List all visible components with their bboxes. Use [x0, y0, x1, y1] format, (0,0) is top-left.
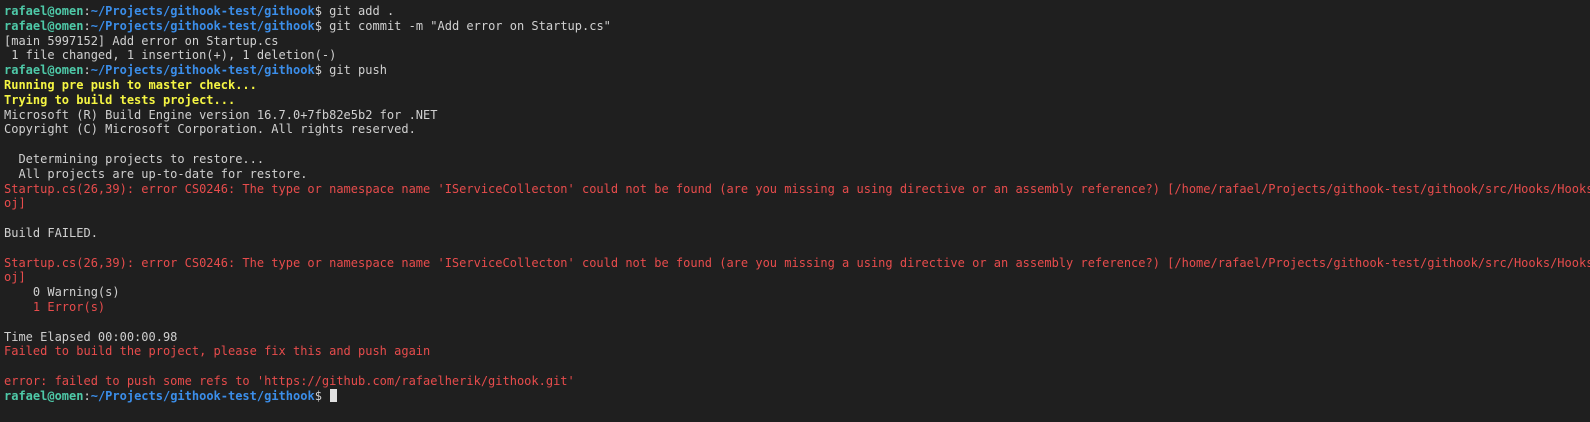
terminal-window[interactable]: rafael@omen:~/Projects/githook-test/gith… [0, 0, 1590, 422]
output-build-failed: Build FAILED. [4, 225, 98, 240]
command-text: git add . [329, 4, 395, 18]
prompt-colon: : [83, 388, 91, 403]
output-blank [4, 241, 1590, 256]
prompt-user-host: rafael@omen [4, 388, 84, 403]
prompt-path: ~/Projects/githook-test/githook [90, 388, 315, 403]
prompt-path: ~/Projects/githook-test/githook [90, 18, 315, 33]
output-uptodate: All projects are up-to-date for restore. [4, 166, 308, 181]
prompt-user-host: rafael@omen [4, 18, 84, 33]
prompt-path: ~/Projects/githook-test/githook [90, 4, 315, 18]
output-commit-result: [main 5997152] Add error on Startup.cs [4, 33, 279, 48]
prompt-user-host: rafael@omen [4, 63, 84, 78]
output-blank [4, 315, 1590, 330]
prompt-symbol: $ [314, 18, 330, 33]
prompt-line-push: rafael@omen:~/Projects/githook-test/gith… [4, 63, 1590, 78]
output-copyright: Copyright (C) Microsoft Corporation. All… [4, 122, 416, 137]
prompt-symbol: $ [314, 4, 330, 18]
prompt-line-current[interactable]: rafael@omen:~/Projects/githook-test/gith… [4, 388, 1590, 404]
output-blank [4, 211, 1590, 226]
command-text: git push [329, 63, 387, 78]
prompt-symbol: $ [314, 388, 330, 403]
output-error-count: 1 Error(s) [4, 299, 106, 314]
prompt-line-commit: rafael@omen:~/Projects/githook-test/gith… [4, 19, 1590, 34]
output-time-elapsed: Time Elapsed 00:00:00.98 [4, 329, 178, 344]
output-blank [4, 137, 1590, 152]
output-error-line: Startup.cs(26,39): error CS0246: The typ… [4, 255, 1590, 270]
output-error-line-wrap: oj] [4, 270, 26, 285]
output-error-line: Startup.cs(26,39): error CS0246: The typ… [4, 181, 1590, 196]
prompt-path: ~/Projects/githook-test/githook [90, 63, 315, 78]
output-hook-failed: Failed to build the project, please fix … [4, 344, 431, 359]
output-hook-build: Trying to build tests project... [4, 92, 236, 107]
prompt-line-add: rafael@omen:~/Projects/githook-test/gith… [4, 4, 1590, 19]
output-msbuild-version: Microsoft (R) Build Engine version 16.7.… [4, 107, 438, 122]
command-text: git commit -m "Add error on Startup.cs" [329, 18, 611, 33]
prompt-symbol: $ [314, 63, 330, 78]
prompt-colon: : [83, 18, 91, 33]
output-error-line-wrap: oj] [4, 196, 26, 211]
prompt-user-host: rafael@omen [4, 4, 84, 18]
output-push-error: error: failed to push some refs to 'http… [4, 373, 575, 388]
output-warning-count: 0 Warning(s) [4, 285, 120, 300]
output-blank [4, 359, 1590, 374]
prompt-colon: : [83, 63, 91, 78]
output-commit-stats: 1 file changed, 1 insertion(+), 1 deleti… [4, 48, 337, 63]
prompt-colon: : [83, 4, 91, 18]
output-determining: Determining projects to restore... [4, 151, 265, 166]
terminal-cursor[interactable] [330, 388, 338, 402]
output-hook-check: Running pre push to master check... [4, 77, 257, 92]
